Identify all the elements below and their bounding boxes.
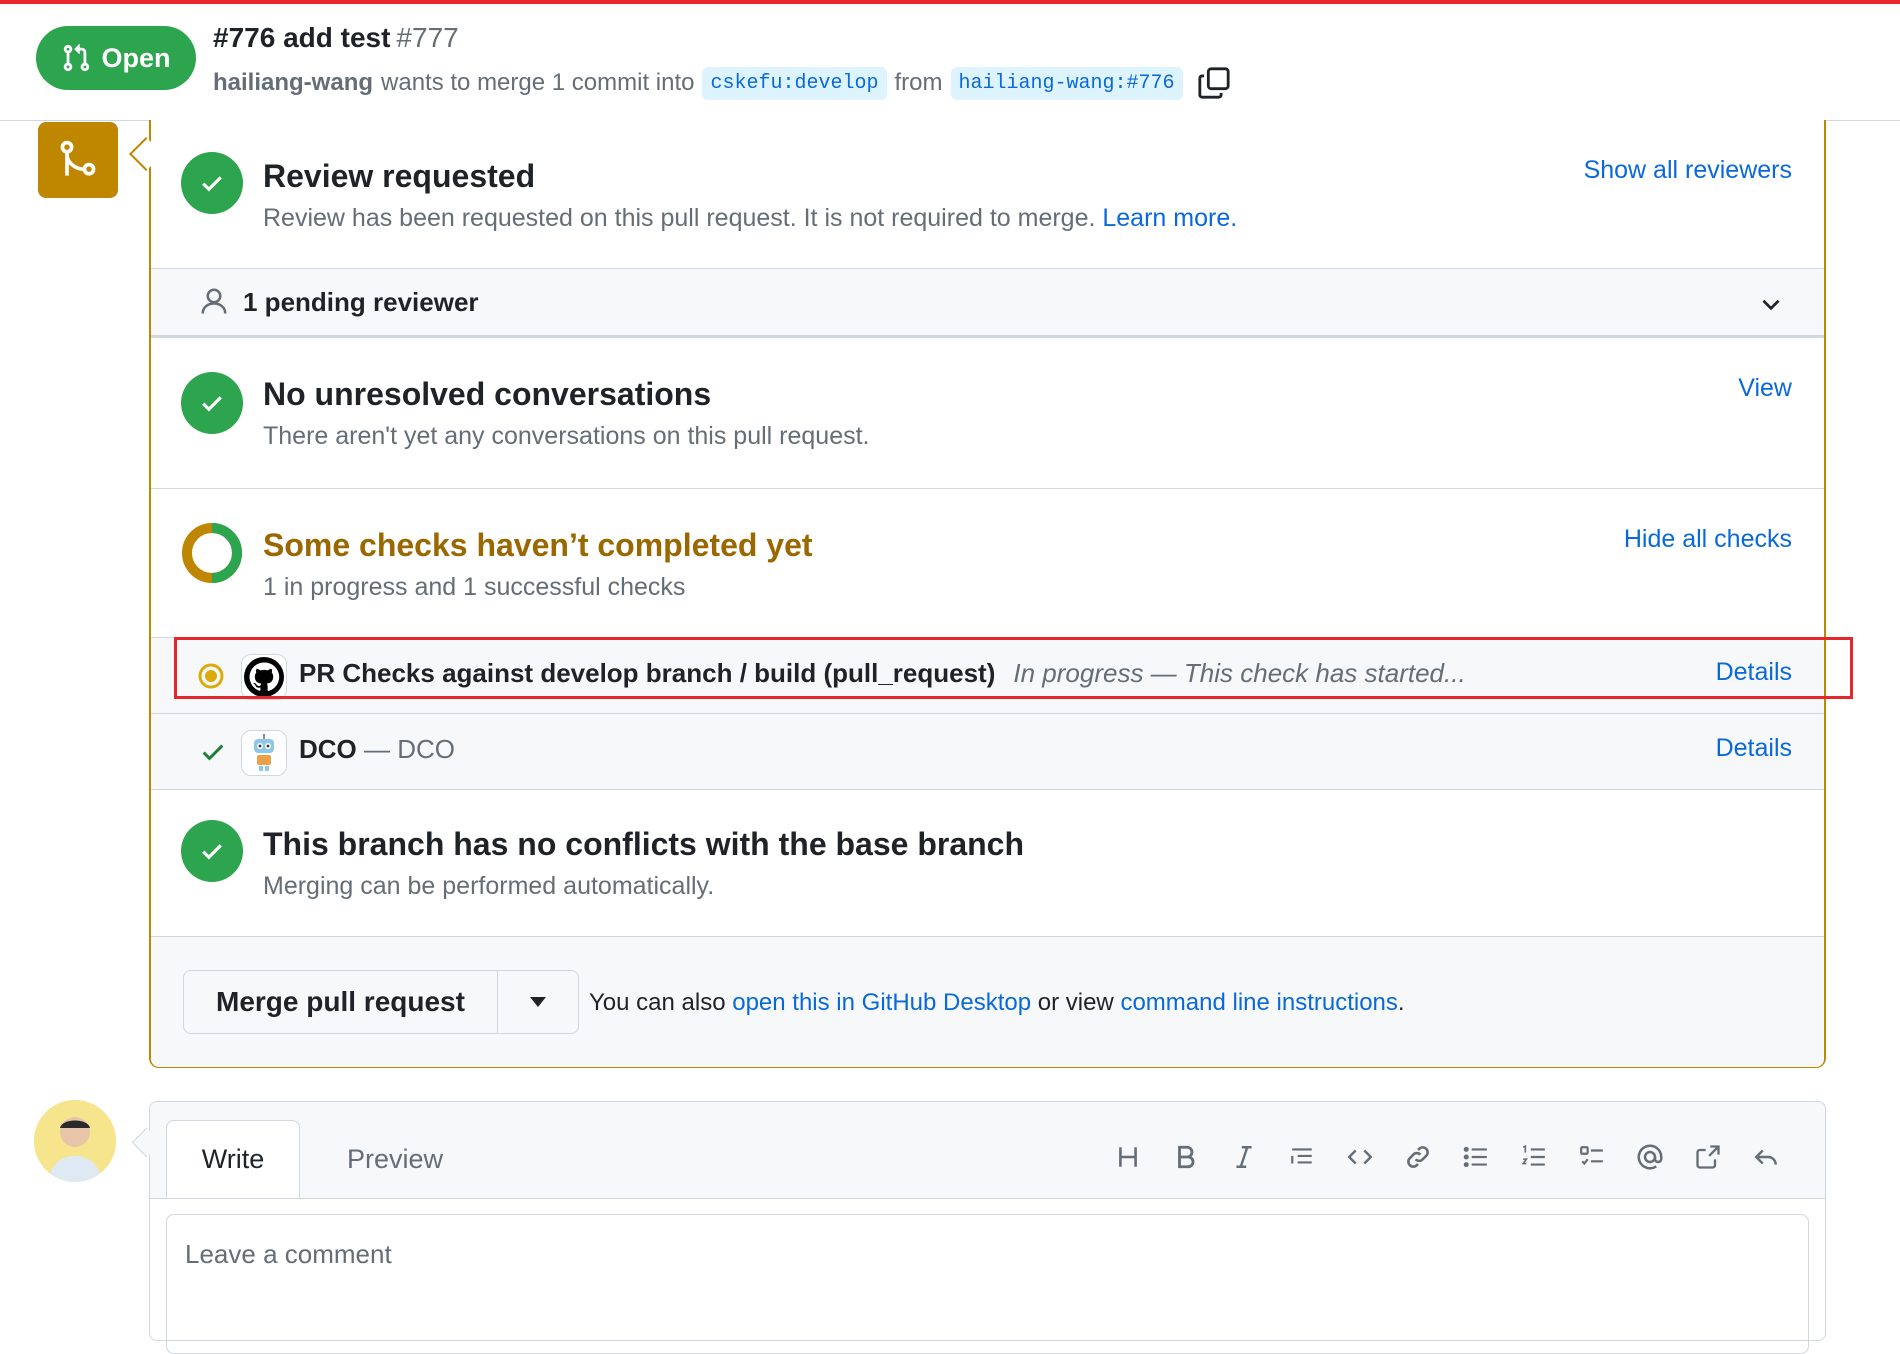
check-name-text: DCO — [299, 734, 357, 764]
merge-help-suffix: . — [1397, 989, 1405, 1016]
open-github-desktop-link[interactable]: open this in GitHub Desktop — [732, 989, 1031, 1016]
conversations-section: No unresolved conversations There aren't… — [151, 338, 1824, 488]
copy-icon[interactable] — [1197, 66, 1231, 100]
dco-bot-avatar — [241, 730, 287, 776]
check-row-dco: DCO — DCO Details — [151, 713, 1824, 789]
checks-subtitle: 1 in progress and 1 successful checks — [263, 573, 686, 601]
merge-help-prefix: You can also — [589, 989, 726, 1016]
person-icon — [201, 288, 227, 314]
learn-more-link[interactable]: Learn more. — [1102, 204, 1237, 232]
tab-write[interactable]: Write — [166, 1120, 300, 1198]
review-subtitle-text: Review has been requested on this pull r… — [263, 204, 1096, 232]
code-icon[interactable] — [1341, 1138, 1379, 1176]
conflicts-title: This branch has no conflicts with the ba… — [263, 826, 1025, 862]
git-merge-icon — [60, 140, 96, 176]
pr-state-label: Open — [101, 42, 171, 73]
checks-title: Some checks haven’t completed yet — [263, 527, 813, 563]
check-status-text: — DCO — [364, 734, 456, 764]
pr-meta: hailiang-wang wants to merge 1 commit in… — [213, 66, 1231, 100]
review-subtitle: Review has been requested on this pull r… — [263, 204, 1237, 233]
merge-box: Review requested Review has been request… — [149, 120, 1826, 1068]
success-check-icon — [181, 372, 243, 434]
merge-button-group: Merge pull request — [183, 970, 579, 1034]
review-title: Review requested — [263, 158, 536, 194]
pr-number: #777 — [396, 22, 459, 53]
command-line-instructions-link[interactable]: command line instructions — [1120, 989, 1397, 1016]
base-branch[interactable]: cskefu:develop — [702, 66, 887, 100]
unordered-list-icon[interactable] — [1457, 1138, 1495, 1176]
robot-icon — [254, 734, 274, 771]
checks-section: Some checks haven’t completed yet 1 in p… — [151, 489, 1824, 637]
user-avatar[interactable] — [34, 1100, 116, 1182]
pr-author[interactable]: hailiang-wang — [213, 69, 373, 97]
triangle-down-icon — [529, 997, 546, 1007]
pr-meta-text: wants to merge 1 commit into — [381, 69, 695, 96]
merge-footer: Merge pull request You can also open thi… — [151, 936, 1824, 1067]
pr-title-text: #776 add test — [213, 22, 391, 53]
merge-status-badge — [38, 122, 118, 198]
ordered-list-icon[interactable] — [1515, 1138, 1553, 1176]
pr-state-badge: Open — [36, 26, 196, 90]
review-section: Review requested Review has been request… — [151, 120, 1824, 268]
git-pull-request-icon — [64, 44, 90, 72]
heading-icon[interactable] — [1109, 1138, 1147, 1176]
merge-help-mid: or view — [1037, 989, 1114, 1016]
view-conversations-link[interactable]: View — [1738, 374, 1792, 403]
pending-reviewers-row[interactable]: 1 pending reviewer — [151, 268, 1824, 338]
conversations-subtitle: There aren't yet any conversations on th… — [263, 422, 870, 450]
check-details-link[interactable]: Details — [1716, 734, 1792, 763]
success-check-icon — [181, 820, 243, 882]
pr-title: #776 add test #777 — [213, 22, 459, 54]
hide-all-checks-link[interactable]: Hide all checks — [1624, 525, 1792, 554]
merge-pull-request-button[interactable]: Merge pull request — [184, 971, 498, 1033]
success-check-icon — [181, 152, 243, 214]
comment-textarea[interactable]: Leave a comment — [166, 1214, 1809, 1354]
comment-placeholder: Leave a comment — [185, 1239, 392, 1269]
tab-preview[interactable]: Preview — [325, 1120, 465, 1198]
link-icon[interactable] — [1399, 1138, 1437, 1176]
checks-pending-ring-icon — [181, 522, 243, 584]
pending-reviewer-label: 1 pending reviewer — [243, 287, 479, 317]
check-name: DCO — DCO — [299, 734, 455, 765]
quote-icon[interactable] — [1283, 1138, 1321, 1176]
pr-header: Open #776 add test #777 hailiang-wang wan… — [0, 4, 1900, 121]
comment-composer: Write Preview Leave a comment — [149, 1101, 1826, 1354]
conversations-title: No unresolved conversations — [263, 376, 712, 412]
avatar-image — [34, 1100, 116, 1182]
markdown-toolbar — [1109, 1138, 1785, 1176]
task-list-icon[interactable] — [1573, 1138, 1611, 1176]
check-icon — [202, 744, 224, 761]
merge-options-dropdown[interactable] — [498, 971, 578, 1033]
bold-icon[interactable] — [1167, 1138, 1205, 1176]
chevron-down-icon[interactable] — [1758, 291, 1784, 317]
show-all-reviewers-link[interactable]: Show all reviewers — [1584, 156, 1792, 185]
comment-header: Write Preview — [150, 1102, 1825, 1199]
pr-from-text: from — [894, 69, 943, 96]
conflicts-section: This branch has no conflicts with the ba… — [151, 789, 1824, 937]
cross-reference-icon[interactable] — [1689, 1138, 1727, 1176]
highlight-annotation-box — [174, 637, 1853, 699]
merge-help-text: You can also open this in GitHub Desktop… — [589, 989, 1405, 1017]
italic-icon[interactable] — [1225, 1138, 1263, 1176]
conflicts-subtitle: Merging can be performed automatically. — [263, 872, 715, 900]
reply-icon[interactable] — [1747, 1138, 1785, 1176]
mention-icon[interactable] — [1631, 1138, 1669, 1176]
head-branch[interactable]: hailiang-wang:#776 — [950, 66, 1183, 100]
